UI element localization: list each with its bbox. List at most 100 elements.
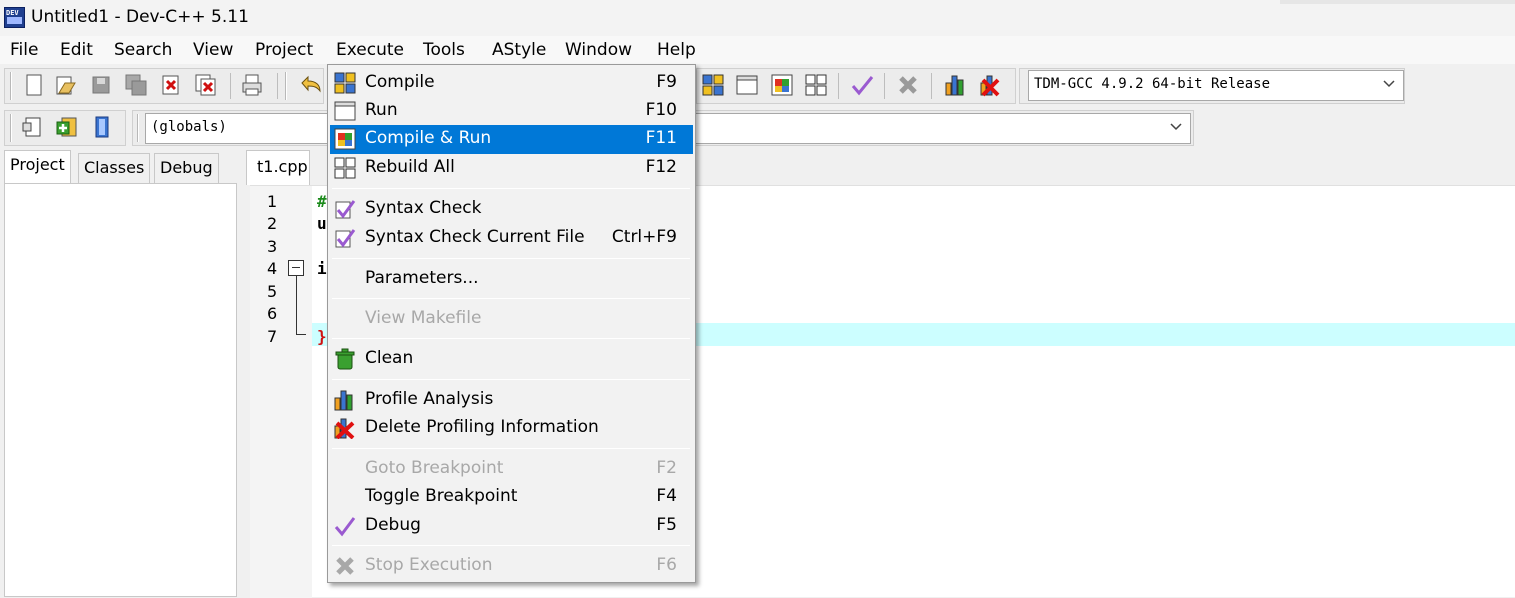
menu-file[interactable]: File [10, 39, 38, 61]
delete-profile-icon [334, 418, 355, 439]
new-file-icon[interactable] [22, 73, 46, 97]
run-toolbar-icon[interactable] [735, 73, 759, 97]
menu-separator [332, 298, 690, 299]
code-text: # [317, 192, 327, 211]
menu-item-label: Compile & Run [365, 128, 492, 148]
menu-item-label: Stop Execution [365, 555, 493, 575]
line-number: 1 [267, 192, 278, 211]
compiler-select[interactable]: TDM-GCC 4.9.2 64-bit Release [1028, 70, 1404, 101]
editor-tab-t1-cpp[interactable]: t1.cpp [246, 150, 310, 185]
devcpp-app-icon: DEV [4, 7, 25, 28]
toolbar-grip[interactable] [137, 114, 139, 142]
line-number: 2 [267, 214, 278, 233]
menu-tools[interactable]: Tools [423, 39, 465, 61]
menu-item-shortcut: F11 [645, 128, 677, 148]
profile-toolbar-icon[interactable] [943, 73, 967, 97]
tab-project[interactable]: Project [4, 150, 71, 184]
compiler-select-value: TDM-GCC 4.9.2 64-bit Release [1034, 76, 1271, 92]
menu-item-label: Run [365, 100, 398, 120]
print-icon[interactable] [240, 73, 264, 97]
menu-separator [332, 188, 690, 189]
syntax-check-file-icon [335, 229, 356, 248]
code-text: i [317, 259, 327, 278]
project-options-icon[interactable] [90, 115, 114, 139]
line-number: 3 [267, 237, 278, 256]
close-all-icon[interactable] [194, 73, 218, 97]
menu-item-clean[interactable]: Clean [330, 345, 693, 372]
menu-execute[interactable]: Execute [336, 39, 404, 61]
menu-window[interactable]: Window [565, 39, 632, 61]
save-all-icon[interactable] [124, 73, 148, 97]
toolbar-separator [884, 73, 885, 99]
menu-item-label: Toggle Breakpoint [365, 486, 518, 506]
compile-toolbar-icon[interactable] [701, 73, 725, 97]
stop-toolbar-icon[interactable] [896, 73, 920, 97]
menu-item-compile[interactable]: Compile F9 [330, 69, 693, 96]
menu-edit[interactable]: Edit [60, 39, 93, 61]
project-tree[interactable] [4, 183, 237, 597]
menu-item-shortcut: F5 [656, 515, 677, 535]
menu-separator [332, 338, 690, 339]
menu-item-shortcut: Ctrl+F9 [611, 227, 677, 247]
delete-profile-toolbar-icon[interactable] [978, 73, 1002, 97]
open-file-icon[interactable] [53, 73, 77, 97]
menu-item-label: Parameters... [365, 268, 479, 288]
run-icon [334, 101, 356, 121]
project-panel: Project Classes Debug [0, 150, 238, 597]
menu-item-run[interactable]: Run F10 [330, 97, 693, 124]
menu-item-toggle-breakpoint[interactable]: Toggle Breakpoint F4 [330, 483, 693, 510]
save-icon[interactable] [89, 73, 113, 97]
rebuild-all-toolbar-icon[interactable] [804, 73, 828, 97]
compile-run-toolbar-icon[interactable] [770, 73, 794, 97]
menu-item-label: Profile Analysis [365, 389, 494, 409]
checkmark-icon [334, 517, 356, 537]
menu-search[interactable]: Search [114, 39, 172, 61]
line-number: 4 [267, 259, 278, 278]
window-title: Untitled1 - Dev-C++ 5.11 [31, 7, 249, 27]
menu-item-profile-analysis[interactable]: Profile Analysis [330, 386, 693, 413]
menu-item-parameters[interactable]: Parameters... [330, 265, 693, 292]
menu-item-label: Clean [365, 348, 414, 368]
syntax-check-toolbar-icon[interactable] [850, 73, 874, 97]
menu-separator [332, 448, 690, 449]
line-number: 5 [267, 282, 278, 301]
code-text: u [317, 214, 327, 233]
undo-icon[interactable] [298, 73, 322, 97]
compile-run-icon [334, 128, 356, 150]
tab-classes[interactable]: Classes [78, 153, 151, 183]
menu-separator [332, 258, 690, 259]
menu-item-rebuild-all[interactable]: Rebuild All F12 [330, 154, 693, 181]
menu-item-shortcut: F10 [645, 100, 677, 120]
menu-item-syntax-check-current-file[interactable]: Syntax Check Current File Ctrl+F9 [330, 224, 693, 251]
close-file-icon[interactable] [159, 73, 183, 97]
menu-item-label: Compile [365, 72, 435, 92]
line-number: 6 [267, 304, 278, 323]
bar-chart-icon [334, 390, 353, 411]
toolbar-grip[interactable] [285, 72, 287, 100]
menu-item-delete-profiling[interactable]: Delete Profiling Information [330, 414, 693, 441]
line-number: 7 [267, 327, 278, 346]
fold-collapse-icon[interactable] [288, 260, 304, 276]
toolbar-separator [931, 73, 932, 99]
code-text: } [317, 327, 327, 346]
syntax-check-icon [335, 200, 356, 219]
menu-item-syntax-check[interactable]: Syntax Check [330, 195, 693, 222]
menu-view[interactable]: View [193, 39, 233, 61]
menu-item-label: Delete Profiling Information [365, 417, 599, 437]
tab-debug[interactable]: Debug [154, 153, 219, 183]
new-project-icon[interactable] [21, 115, 45, 139]
toolbar-grip[interactable] [10, 114, 12, 142]
chevron-down-icon [1170, 123, 1182, 131]
menu-item-debug[interactable]: Debug F5 [330, 512, 693, 539]
trash-icon [335, 348, 355, 370]
titlebar-edge [1280, 0, 1515, 4]
menu-item-compile-run[interactable]: Compile & Run F11 [330, 125, 693, 154]
add-to-project-icon[interactable] [55, 115, 79, 139]
menu-astyle[interactable]: AStyle [492, 39, 546, 61]
menu-help[interactable]: Help [657, 39, 696, 61]
menu-bar: File Edit Search View Project Execute To… [0, 36, 1515, 64]
compile-icon [334, 72, 356, 94]
stop-x-icon [336, 557, 354, 575]
toolbar-grip[interactable] [10, 72, 12, 100]
menu-project[interactable]: Project [255, 39, 313, 61]
